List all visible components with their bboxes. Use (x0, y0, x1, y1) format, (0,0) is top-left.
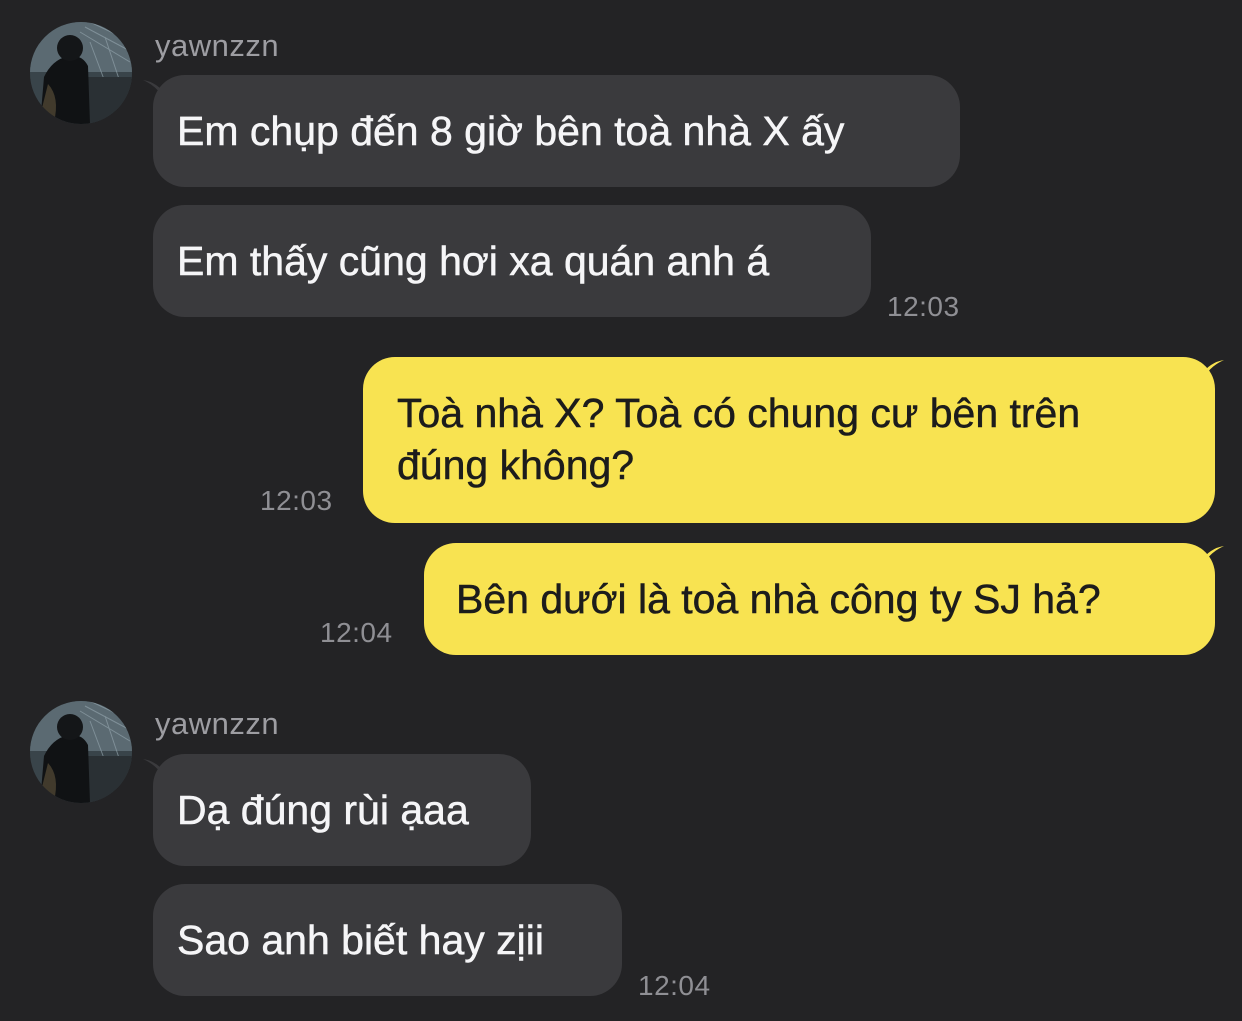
message-text: Sao anh biết hay zịii (177, 917, 544, 964)
message-text: Em thấy cũng hơi xa quán anh á (177, 238, 770, 285)
message-timestamp: 12:04 (638, 970, 711, 1001)
message-text: Dạ đúng rùi ạaa (177, 787, 469, 834)
bubble-tail-icon (1200, 360, 1224, 386)
message-bubble[interactable]: Toà nhà X? Toà có chung cư bên trên đúng… (363, 357, 1215, 523)
message-bubble[interactable]: Bên dưới là toà nhà công ty SJ hả? (424, 543, 1215, 655)
sender-name: yawnzzn (155, 28, 280, 63)
bubble-tail-icon (1200, 546, 1224, 572)
message-text: Em chụp đến 8 giờ bên toà nhà X ấy (177, 108, 845, 155)
message-timestamp: 12:04 (320, 617, 393, 648)
avatar-photo-icon (30, 22, 132, 124)
message-bubble[interactable]: Em thấy cũng hơi xa quán anh á (153, 205, 871, 317)
avatar[interactable] (30, 701, 132, 803)
message-bubble[interactable]: Em chụp đến 8 giờ bên toà nhà X ấy (153, 75, 960, 187)
message-bubble[interactable]: Dạ đúng rùi ạaa (153, 754, 531, 866)
message-timestamp: 12:03 (887, 291, 960, 322)
message-bubble[interactable]: Sao anh biết hay zịii (153, 884, 622, 996)
avatar-photo-icon (30, 701, 132, 803)
sender-name: yawnzzn (155, 706, 280, 741)
message-text-line: đúng không? (397, 442, 635, 489)
avatar[interactable] (30, 22, 132, 124)
message-timestamp: 12:03 (260, 485, 333, 516)
message-text-line: Toà nhà X? Toà có chung cư bên trên (397, 390, 1081, 437)
message-text: Bên dưới là toà nhà công ty SJ hả? (456, 576, 1101, 623)
